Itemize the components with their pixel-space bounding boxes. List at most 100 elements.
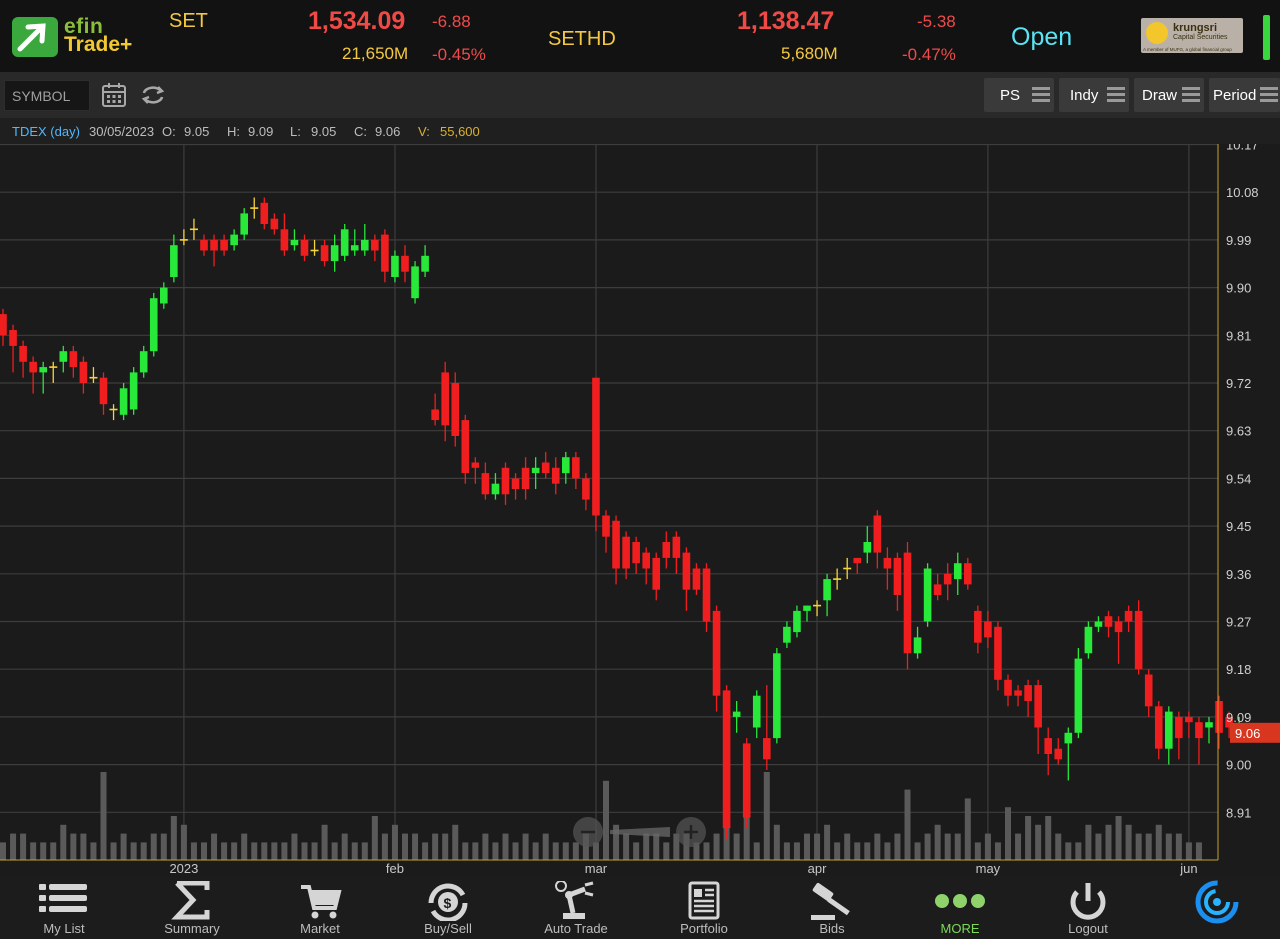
volume-bar (994, 842, 1001, 860)
volume-bar (452, 824, 459, 860)
volume-bar (643, 833, 650, 860)
volume-bar (472, 842, 479, 860)
nav-logout[interactable]: Logout (1024, 877, 1152, 939)
candle-body (1124, 610, 1133, 622)
candle-body (783, 626, 791, 643)
calendar-icon[interactable] (101, 82, 127, 108)
volume-bar (20, 833, 27, 860)
index1-name[interactable]: SET (169, 10, 208, 33)
y-tick-label: 9.81 (1226, 328, 1251, 343)
candle-body (1134, 610, 1143, 670)
volume-bar (1195, 842, 1202, 860)
y-tick-label: 9.72 (1226, 376, 1251, 391)
candle-body (0, 314, 7, 336)
candle-body (732, 711, 741, 717)
info-low-label: L: (290, 124, 301, 139)
candle-body (984, 621, 992, 638)
candle-body (632, 542, 640, 564)
volume-bar (422, 842, 429, 860)
nav-label: Market (300, 921, 340, 936)
nav-summary[interactable]: Summary (128, 877, 256, 939)
connection-indicator (1263, 15, 1270, 60)
nav-buy-sell[interactable]: $ Buy/Sell (384, 877, 512, 939)
info-symbol: TDEX (day) (12, 124, 80, 139)
volume-bar (793, 842, 800, 860)
volume-bar (542, 833, 549, 860)
candle-body (19, 345, 27, 362)
ps-button[interactable]: PS (984, 78, 1054, 112)
candle-body (1205, 722, 1213, 728)
candle-body (1024, 685, 1032, 701)
candle (712, 605, 721, 712)
candle-body (1154, 706, 1163, 749)
volume-bar (874, 833, 881, 860)
candle (451, 372, 460, 447)
bottom-navigation: My List Summary Market $ Buy/Sell Auto Trade P… (0, 877, 1280, 939)
volume-bar (251, 842, 258, 860)
nav-portfolio[interactable]: Portfolio (640, 877, 768, 939)
volume-bar (773, 824, 780, 860)
candle-body (1074, 658, 1083, 733)
volume-bar (834, 842, 841, 860)
info-date: 30/05/2023 (89, 124, 155, 139)
volume-bar (1085, 824, 1092, 860)
y-tick-label: 9.36 (1226, 567, 1251, 582)
x-tick-label: apr (808, 861, 827, 876)
draw-button[interactable]: Draw (1134, 78, 1204, 112)
volume-bar (623, 833, 630, 860)
draw-menu-icon (1182, 87, 1200, 103)
candle-body (883, 557, 892, 569)
candle-body (572, 457, 580, 479)
candle-body (200, 239, 208, 251)
candle-body (662, 542, 671, 558)
exchange-icon: $ (428, 883, 468, 921)
volume-bar (261, 842, 268, 860)
candle-body (943, 573, 952, 585)
candle (742, 738, 751, 829)
volume-bar (1055, 833, 1062, 860)
nav-bids[interactable]: Bids (768, 877, 896, 939)
candlestick-chart[interactable]: 10.17 10.08 9.99 9.90 9.81 9.72 9.63 9.54 9.45 9.… (0, 144, 1280, 877)
nav-label: MORE (940, 921, 980, 936)
volume-bar (663, 842, 670, 860)
nav-market[interactable]: Market (256, 877, 384, 939)
volume-bar (100, 772, 107, 860)
refresh-icon[interactable] (140, 82, 166, 108)
volume-bar (201, 842, 207, 860)
candle-body (391, 255, 399, 277)
volume-bar (150, 833, 157, 860)
candle-body (511, 478, 520, 489)
volume-bar (844, 833, 851, 860)
volume-bar (884, 842, 891, 860)
y-tick-label: 8.91 (1226, 805, 1251, 820)
candle-body (1094, 621, 1103, 627)
nav-auto-trade[interactable]: Auto Trade (512, 877, 640, 939)
volume-bar (50, 842, 57, 860)
candle-body (702, 568, 711, 622)
indy-button[interactable]: Indy (1059, 78, 1129, 112)
volume-bar (964, 798, 971, 860)
volume-bar (40, 842, 47, 860)
volume-bar (321, 824, 328, 860)
period-button[interactable]: Period (1209, 78, 1280, 112)
x-tick-label: jun (1179, 861, 1197, 876)
nav-more[interactable]: MORE (896, 877, 1024, 939)
y-tick-label: 9.45 (1226, 519, 1251, 534)
nav-my-list[interactable]: My List (0, 877, 128, 939)
index1-pct: -0.45% (432, 45, 486, 64)
volume-bar (1175, 833, 1182, 860)
candle-body (220, 239, 228, 251)
index2-name[interactable]: SETHD (548, 28, 616, 51)
symbol-input[interactable] (4, 80, 90, 111)
candle-body (893, 557, 902, 595)
ps-button-label: PS (1000, 86, 1021, 104)
candle-body (1215, 701, 1223, 733)
candle-body (371, 239, 379, 251)
nav-label: Summary (164, 921, 220, 936)
volume-bar (381, 833, 388, 860)
sync-spinner-icon[interactable] (1194, 879, 1240, 925)
candle-body (1064, 732, 1073, 744)
volume-bar (190, 842, 197, 860)
candle-body (381, 234, 389, 272)
volume-bar (331, 842, 338, 860)
